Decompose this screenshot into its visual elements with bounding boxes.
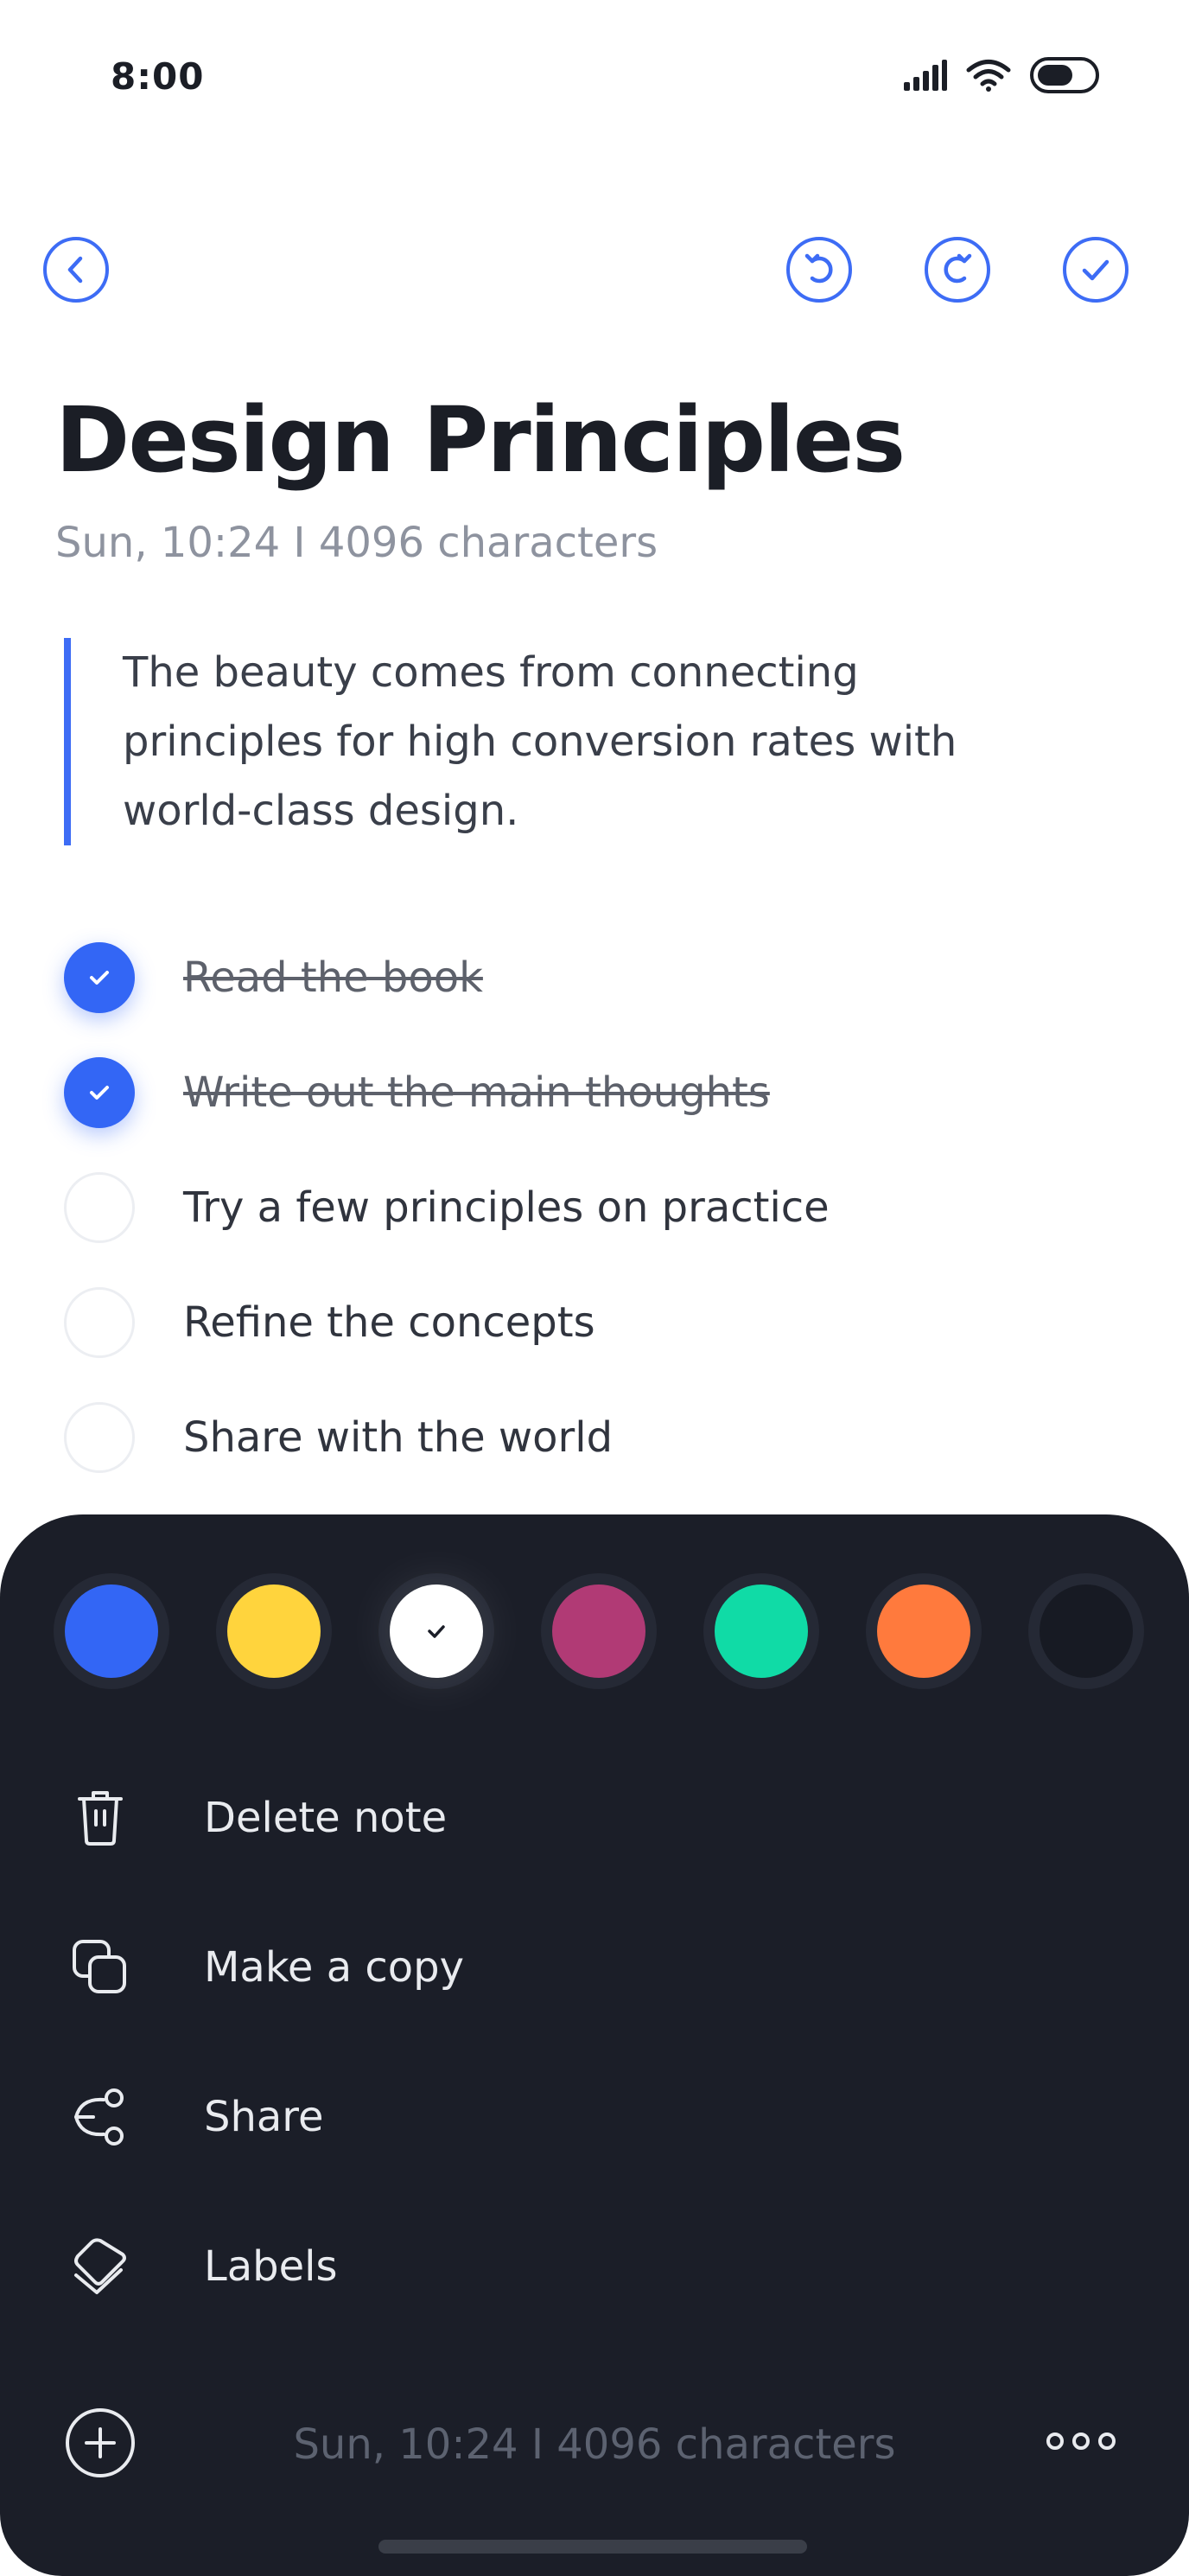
checklist-item-label[interactable]: Refine the concepts	[183, 1298, 595, 1347]
color-swatch-orange[interactable]	[866, 1573, 982, 1689]
menu-label: Share	[204, 2092, 324, 2141]
done-button[interactable]	[1061, 235, 1130, 304]
checklist-item: Try a few principles on practice	[64, 1150, 1101, 1265]
undo-button[interactable]	[785, 235, 854, 304]
swatch-fill	[227, 1584, 321, 1678]
color-swatch-dark[interactable]	[1028, 1573, 1144, 1689]
note-title[interactable]: Design Principles	[55, 387, 906, 493]
sheet-footer: Sun, 10:24 I 4096 characters	[0, 2398, 1189, 2484]
more-button[interactable]	[1042, 2424, 1120, 2458]
share-icon	[66, 2082, 135, 2152]
trash-icon	[66, 1783, 135, 1852]
undo-icon	[786, 237, 852, 303]
swatch-fill	[65, 1584, 158, 1678]
checkbox[interactable]	[64, 1286, 135, 1358]
checklist-item: Refine the concepts	[64, 1265, 1101, 1380]
back-button[interactable]	[41, 235, 111, 304]
menu-label: Make a copy	[204, 1942, 465, 1992]
color-swatch-blue[interactable]	[54, 1573, 169, 1689]
menu-item-share[interactable]: Share	[0, 2042, 1189, 2191]
redo-icon	[925, 237, 990, 303]
done-icon	[1063, 237, 1129, 303]
checkbox[interactable]	[64, 941, 135, 1013]
color-swatch-magenta[interactable]	[541, 1573, 657, 1689]
color-swatch-green[interactable]	[703, 1573, 819, 1689]
status-icons	[904, 57, 1103, 93]
battery-icon	[1030, 57, 1099, 93]
footer-meta: Sun, 10:24 I 4096 characters	[293, 2420, 896, 2469]
menu-item-delete[interactable]: Delete note	[0, 1743, 1189, 1892]
wifi-icon	[966, 60, 1011, 92]
checkbox[interactable]	[64, 1401, 135, 1473]
checklist-item-label[interactable]: Write out the main thoughts	[183, 1068, 770, 1117]
checklist: Read the book Write out the main thought…	[64, 920, 1101, 1495]
status-time: 8:00	[111, 55, 205, 98]
checkbox[interactable]	[64, 1171, 135, 1243]
checklist-item: Read the book	[64, 920, 1101, 1035]
color-swatch-yellow[interactable]	[216, 1573, 332, 1689]
label-icon	[66, 2232, 135, 2301]
phone-screen: 8:00 Design Principles Sun, 10:24 I 4096…	[0, 0, 1189, 2576]
checklist-item: Write out the main thoughts	[64, 1035, 1101, 1150]
home-indicator	[378, 2540, 807, 2554]
swatch-fill	[552, 1584, 645, 1678]
checklist-item-label[interactable]: Read the book	[183, 953, 483, 1002]
checklist-item-label[interactable]: Share with the world	[183, 1413, 613, 1462]
swatch-fill	[715, 1584, 808, 1678]
menu-label: Delete note	[204, 1793, 448, 1842]
signal-icon	[904, 60, 947, 91]
note-meta: Sun, 10:24 I 4096 characters	[55, 519, 658, 567]
swatch-fill	[390, 1584, 483, 1678]
menu-item-copy[interactable]: Make a copy	[0, 1892, 1189, 2042]
note-quote[interactable]: The beauty comes from connecting princip…	[64, 638, 1066, 845]
check-icon	[90, 1085, 109, 1100]
check-icon	[428, 1625, 445, 1638]
copy-icon	[66, 1933, 135, 2002]
options-sheet: Delete note Make a copy Share Labels Sun…	[0, 1514, 1189, 2576]
redo-button[interactable]	[923, 235, 992, 304]
checklist-item: Share with the world	[64, 1380, 1101, 1495]
color-swatch-white[interactable]	[378, 1573, 494, 1689]
check-icon	[90, 970, 109, 985]
checkbox[interactable]	[64, 1056, 135, 1128]
more-icon	[1046, 2433, 1116, 2450]
menu-item-labels[interactable]: Labels	[0, 2191, 1189, 2341]
options-menu: Delete note Make a copy Share Labels	[0, 1743, 1189, 2341]
checklist-item-label[interactable]: Try a few principles on practice	[183, 1183, 830, 1232]
back-icon	[43, 237, 109, 303]
color-picker	[54, 1573, 1144, 1689]
menu-label: Labels	[204, 2241, 338, 2291]
swatch-fill	[1040, 1584, 1133, 1678]
swatch-fill	[877, 1584, 970, 1678]
